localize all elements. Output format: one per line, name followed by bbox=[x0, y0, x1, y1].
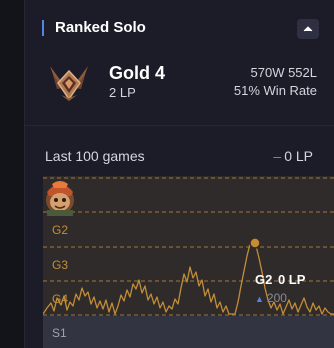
win-rate: 51% Win Rate bbox=[233, 83, 317, 98]
tooltip-rank: G2 0 LP bbox=[255, 272, 305, 287]
lp-history-chart bbox=[43, 177, 334, 316]
chevron-up-icon bbox=[303, 26, 313, 32]
lp-change: –0 LP bbox=[273, 148, 313, 164]
tier-label-g4: G4 bbox=[52, 292, 69, 306]
current-lp-marker[interactable] bbox=[249, 237, 261, 249]
lp-change-prefix: – bbox=[273, 148, 282, 164]
rank-tier: Gold 4 bbox=[109, 63, 166, 83]
tooltip-gain: ▲ 200 bbox=[255, 291, 287, 306]
tooltip-tier: G2 bbox=[255, 272, 273, 287]
lp-change-value: 0 LP bbox=[284, 148, 313, 164]
tooltip-lp: 0 LP bbox=[277, 272, 306, 287]
rank-summary: Gold 4 2 LP 570W 552L 51% Win Rate bbox=[25, 56, 334, 124]
section-divider bbox=[25, 125, 334, 126]
card-header: Ranked Solo bbox=[25, 0, 334, 56]
rank-lp: 2 LP bbox=[109, 85, 136, 100]
tier-label-g3: G3 bbox=[52, 258, 69, 272]
ranked-solo-card: Ranked Solo Gold 4 2 LP 570W 552L 51% Wi… bbox=[24, 0, 334, 348]
win-loss-record: 570W 552L bbox=[250, 65, 318, 80]
tier-label-s1: S1 bbox=[52, 326, 67, 340]
gold-rank-emblem-icon bbox=[50, 66, 88, 101]
tier-label-g2: G2 bbox=[52, 223, 69, 237]
games-range-label: Last 100 games bbox=[45, 148, 145, 164]
collapse-button[interactable] bbox=[297, 19, 319, 39]
lp-history-graph[interactable]: G1 G2 G3 G4 S1 G2 0 LP ▲200 bbox=[43, 176, 334, 348]
tooltip-gain-value: 200 bbox=[266, 291, 287, 305]
card-title: Ranked Solo bbox=[55, 19, 146, 36]
triangle-up-icon: ▲ bbox=[255, 294, 264, 304]
header-accent-bar bbox=[42, 20, 44, 36]
champion-avatar-icon bbox=[46, 181, 74, 216]
